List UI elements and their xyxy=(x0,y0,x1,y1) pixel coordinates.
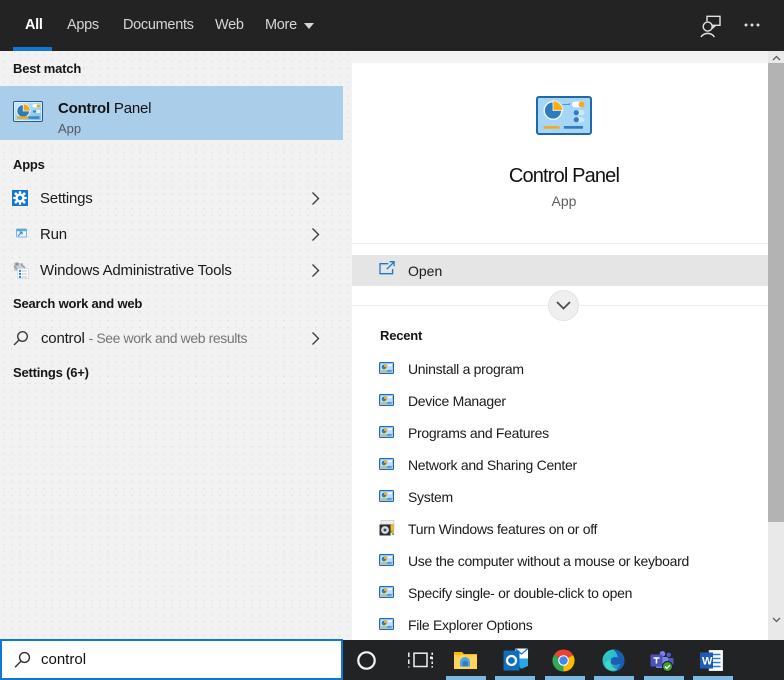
svg-text:W: W xyxy=(702,656,713,668)
